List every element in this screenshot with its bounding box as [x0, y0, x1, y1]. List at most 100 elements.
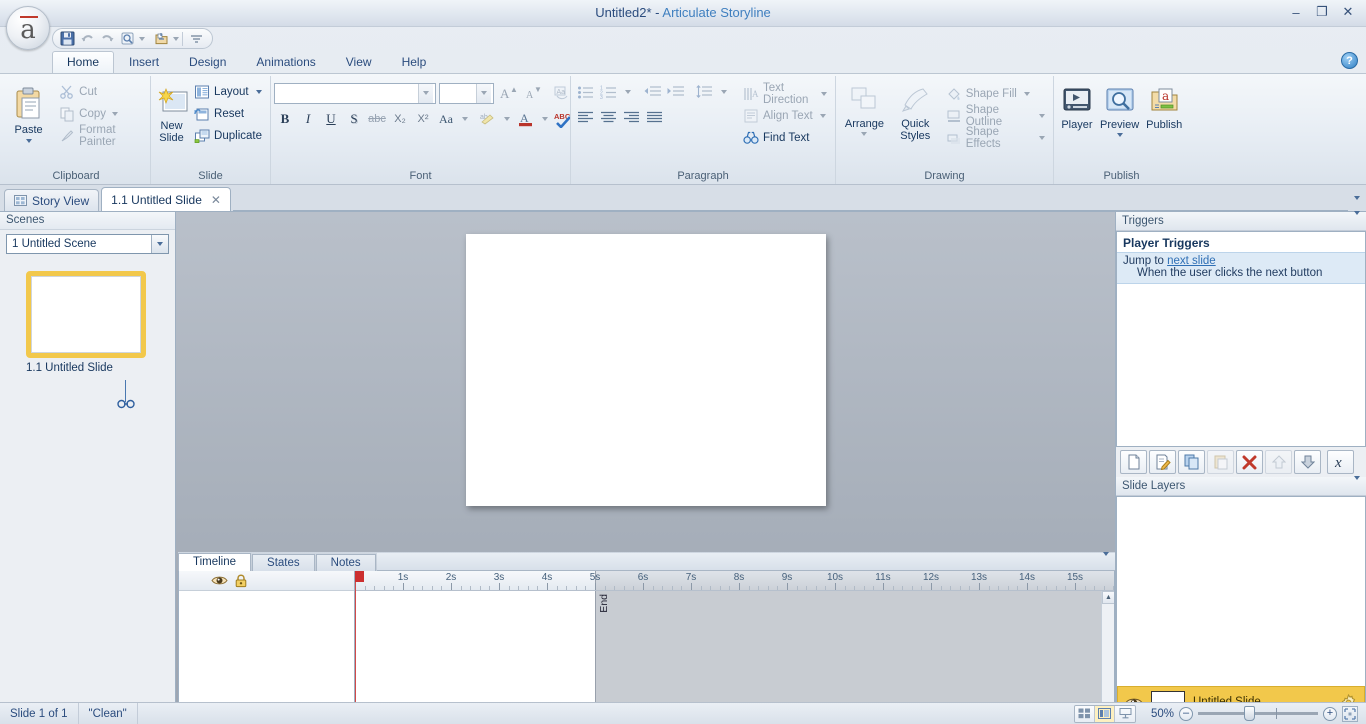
bold-button[interactable]: B	[274, 108, 296, 130]
arrange-caret-icon[interactable]	[861, 132, 868, 136]
undo-icon[interactable]	[77, 30, 97, 47]
zoom-out-button[interactable]: –	[1179, 706, 1193, 721]
align-center-button[interactable]	[597, 106, 619, 128]
move-up-icon[interactable]	[1265, 450, 1292, 474]
subscript-button[interactable]: X₂	[389, 108, 411, 130]
highlight-caret-icon[interactable]	[504, 117, 510, 121]
preview-icon[interactable]	[117, 30, 137, 47]
redo-icon[interactable]	[97, 30, 117, 47]
copy-trigger-icon[interactable]	[1178, 450, 1205, 474]
line-spacing-button[interactable]	[693, 81, 715, 103]
help-icon[interactable]: ?	[1341, 52, 1358, 69]
align-right-button[interactable]	[620, 106, 642, 128]
shape-outline-caret-icon[interactable]	[1039, 113, 1045, 118]
justify-button[interactable]	[643, 106, 665, 128]
zoom-knob[interactable]	[1244, 706, 1255, 721]
publish-dropdown-caret-icon[interactable]	[173, 36, 179, 41]
font-color-caret-icon[interactable]	[542, 117, 548, 121]
publish-icon[interactable]	[151, 30, 171, 47]
numbering-button[interactable]: 123	[597, 81, 619, 103]
line-spacing-caret-icon[interactable]	[721, 90, 727, 94]
slide-layers-collapse-caret-icon[interactable]	[1354, 476, 1360, 492]
superscript-button[interactable]: X²	[412, 108, 434, 130]
timeline-scroll-up-icon[interactable]: ▲	[1102, 591, 1114, 604]
layout-button[interactable]: Layout	[191, 81, 267, 102]
copy-button[interactable]: Copy	[56, 103, 147, 124]
app-menu-orb-button[interactable]: a	[6, 6, 50, 50]
player-button[interactable]: Player	[1057, 82, 1097, 131]
trigger-action-link[interactable]: next slide	[1167, 255, 1216, 267]
layout-dropdown-caret-icon[interactable]	[255, 89, 262, 94]
restore-icon[interactable]: ❐	[1310, 3, 1334, 21]
ribbon-tab-view[interactable]: View	[331, 51, 387, 73]
tab-list-caret-icon[interactable]	[1348, 185, 1366, 211]
new-slide-button[interactable]: New Slide	[154, 79, 189, 144]
slide-master-view-icon[interactable]	[1095, 705, 1115, 722]
delete-trigger-icon[interactable]	[1236, 450, 1263, 474]
ribbon-tab-help[interactable]: Help	[387, 51, 442, 73]
numbering-caret-icon[interactable]	[625, 90, 631, 94]
customize-icon[interactable]	[186, 30, 206, 47]
edit-trigger-icon[interactable]	[1149, 450, 1176, 474]
new-trigger-icon[interactable]	[1120, 450, 1147, 474]
save-icon[interactable]	[57, 30, 77, 47]
text-direction-button[interactable]: A Text Direction	[740, 82, 832, 106]
paste-dropdown-caret-icon[interactable]	[25, 139, 32, 143]
font-name-combo[interactable]	[274, 82, 436, 104]
decrease-indent-button[interactable]	[641, 81, 663, 103]
link-icon[interactable]	[117, 399, 135, 409]
increase-indent-button[interactable]	[664, 81, 686, 103]
scene-select-caret-icon[interactable]	[151, 235, 168, 253]
align-text-caret-icon[interactable]	[819, 113, 826, 118]
publish-button[interactable]: a Publish	[1142, 82, 1186, 131]
decrease-font-size-button[interactable]: A ▼	[522, 82, 544, 104]
ribbon-tab-insert[interactable]: Insert	[114, 51, 174, 73]
tab-timeline[interactable]: Timeline	[178, 553, 252, 571]
tab-close-icon[interactable]: ✕	[211, 193, 221, 207]
font-size-combo[interactable]	[439, 82, 494, 104]
font-size-caret-icon[interactable]	[476, 83, 491, 103]
preview-button[interactable]: Preview	[1097, 82, 1143, 137]
minimize-icon[interactable]: –	[1284, 3, 1308, 21]
eye-icon[interactable]	[211, 574, 228, 587]
arrange-button[interactable]: Arrange	[839, 81, 890, 136]
scene-select-dropdown[interactable]: 1 Untitled Scene	[6, 234, 169, 254]
reset-button[interactable]: Reset	[191, 103, 267, 124]
shape-effects-caret-icon[interactable]	[1039, 135, 1045, 140]
close-icon[interactable]: ✕	[1336, 3, 1360, 21]
shape-fill-button[interactable]: Shape Fill	[943, 83, 1050, 104]
change-case-caret-icon[interactable]	[462, 117, 468, 121]
fit-to-window-icon[interactable]	[1342, 705, 1358, 722]
move-down-icon[interactable]	[1294, 450, 1321, 474]
feedback-master-view-icon[interactable]	[1115, 705, 1135, 722]
preview-dropdown-caret-icon[interactable]	[139, 36, 145, 41]
paste-button[interactable]: Paste	[5, 79, 52, 143]
text-direction-caret-icon[interactable]	[821, 91, 827, 96]
slide-thumbnail-1-1[interactable]	[26, 271, 146, 358]
font-name-caret-icon[interactable]	[418, 83, 433, 103]
normal-view-icon[interactable]	[1075, 705, 1095, 722]
strikethrough-button[interactable]: abc	[366, 108, 388, 130]
font-color-button[interactable]: A	[515, 108, 537, 130]
triggers-panel-header[interactable]: Triggers	[1116, 211, 1366, 231]
triggers-collapse-caret-icon[interactable]	[1354, 211, 1360, 227]
italic-button[interactable]: I	[297, 108, 319, 130]
trigger-item[interactable]: Jump to next slide When the user clicks …	[1117, 252, 1365, 284]
variables-icon[interactable]: x	[1327, 450, 1354, 474]
shape-effects-button[interactable]: Shape Effects	[943, 126, 1050, 150]
timeline-ruler[interactable]: 1s 2s 3s 4s 5s 6s 7s 8s 9s 10s 11s 12s 13s 14s 15s	[355, 571, 1114, 591]
ribbon-tab-home[interactable]: Home	[52, 51, 115, 73]
slide-layers-panel-header[interactable]: Slide Layers	[1116, 476, 1366, 496]
quick-styles-button[interactable]: Quick Styles	[890, 81, 941, 142]
align-left-button[interactable]	[574, 106, 596, 128]
lock-icon[interactable]	[234, 574, 248, 588]
timeline-collapse-caret-icon[interactable]	[1103, 552, 1109, 570]
bullets-button[interactable]	[574, 81, 596, 103]
duplicate-button[interactable]: Duplicate	[191, 125, 267, 146]
change-case-button[interactable]: Aa	[435, 108, 457, 130]
text-highlight-button[interactable]: ab	[477, 108, 499, 130]
zoom-track[interactable]	[1198, 706, 1318, 721]
increase-font-size-button[interactable]: A ▲	[497, 82, 519, 104]
zoom-in-button[interactable]: +	[1323, 706, 1337, 721]
tab-notes[interactable]: Notes	[315, 554, 376, 571]
